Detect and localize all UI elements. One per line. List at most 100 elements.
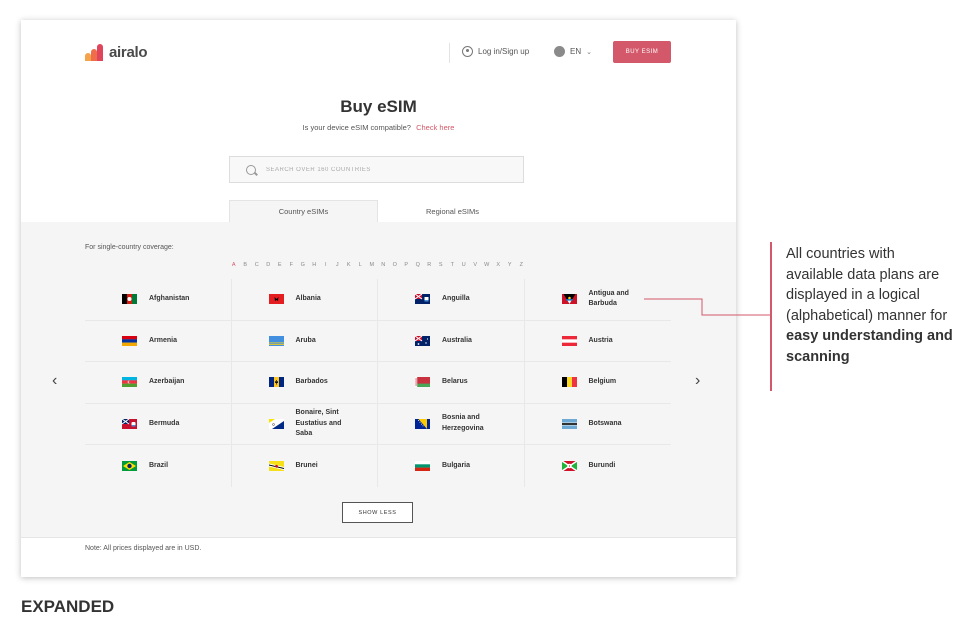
country-name: Australia: [442, 336, 472, 344]
letter-filter-v[interactable]: V: [470, 262, 482, 268]
letter-filter-w[interactable]: W: [481, 262, 493, 268]
country-item-austria[interactable]: Austria: [524, 321, 671, 362]
letter-filter-l[interactable]: L: [355, 262, 367, 268]
albania-flag-icon: [268, 294, 284, 305]
country-item-brazil[interactable]: Brazil: [85, 445, 232, 487]
country-item-albania[interactable]: Albania: [231, 279, 378, 321]
country-name: Barbados: [295, 378, 328, 385]
aruba-flag-icon: [268, 335, 284, 346]
letter-filter-u[interactable]: U: [458, 262, 470, 268]
belarus-flag-icon: [415, 377, 430, 388]
country-item-bermuda[interactable]: Bermuda: [85, 403, 232, 445]
country-name: Antigua and Barbuda: [588, 289, 629, 308]
country-item-brunei[interactable]: Brunei: [232, 445, 378, 487]
letter-filter-f[interactable]: F: [286, 262, 298, 268]
country-item-bonaire-sint-eustatius-and-saba[interactable]: Bonaire, Sint Eustatius and Saba: [231, 403, 378, 445]
search-input[interactable]: [266, 166, 486, 173]
tab-country-esims[interactable]: Country eSIMs: [229, 200, 378, 222]
country-item-bulgaria[interactable]: Bulgaria: [378, 445, 525, 487]
country-item-azerbaijan[interactable]: Azerbaijan: [85, 362, 232, 404]
letter-filter-r[interactable]: R: [424, 262, 436, 268]
country-name: Afghanistan: [149, 295, 190, 302]
country-item-bosnia-and-herzegovina[interactable]: Bosnia and Herzegovina: [378, 403, 525, 445]
letter-filter-q[interactable]: Q: [412, 262, 424, 268]
check-here-link[interactable]: Check here: [416, 123, 454, 132]
burundi-flag-icon: [561, 460, 577, 471]
annotation-bold: easy understanding and scanning: [786, 328, 953, 365]
antigua-flag-icon: [561, 294, 577, 305]
bermuda-flag-icon: [122, 418, 137, 429]
annotation-bar: [770, 242, 772, 391]
show-less-button[interactable]: SHOW LESS: [342, 502, 413, 523]
anguilla-flag-icon: [415, 294, 430, 305]
country-name: Burundi: [588, 461, 616, 469]
bonaire-flag-icon: [268, 418, 284, 429]
brand-name: airalo: [109, 44, 148, 61]
letter-filter-m[interactable]: M: [366, 262, 378, 268]
letter-filter-s[interactable]: S: [435, 262, 447, 268]
user-icon: [462, 46, 473, 57]
country-item-aruba[interactable]: Aruba: [231, 320, 378, 362]
language-selector[interactable]: EN ⌄: [554, 46, 592, 57]
letter-filter-p[interactable]: P: [401, 262, 413, 268]
country-item-australia[interactable]: Australia: [378, 320, 525, 362]
country-item-anguilla[interactable]: Anguilla: [378, 279, 525, 321]
browser-frame: airalo Log in/Sign up EN ⌄ BUY ESIM Buy …: [21, 20, 736, 577]
country-item-belarus[interactable]: Belarus: [378, 362, 525, 404]
country-name: Belgium: [588, 378, 617, 385]
letter-filter-t[interactable]: T: [447, 262, 459, 268]
letter-filter-o[interactable]: O: [389, 262, 401, 268]
country-name: Bonaire, Sint Eustatius and Saba: [295, 409, 342, 437]
country-item-burundi[interactable]: Burundi: [525, 445, 672, 487]
airalo-logo-icon: [85, 44, 105, 61]
airalo-logo[interactable]: airalo: [85, 44, 148, 61]
bulgaria-flag-icon: [415, 460, 430, 471]
language-label: EN: [570, 47, 582, 56]
country-name: Bulgaria: [442, 461, 471, 469]
search-box[interactable]: [229, 156, 524, 183]
annotation-plain: All countries with available data plans …: [786, 246, 948, 324]
letter-filter-y[interactable]: Y: [504, 262, 516, 268]
letter-filter-a[interactable]: A: [228, 262, 240, 268]
azerbaijan-flag-icon: [122, 377, 137, 388]
letter-filter-d[interactable]: D: [263, 262, 275, 268]
letter-filter-e[interactable]: E: [274, 262, 286, 268]
letter-filter-h[interactable]: H: [309, 262, 321, 268]
brunei-flag-icon: [268, 460, 284, 471]
letter-filter-c[interactable]: C: [251, 262, 263, 268]
buy-esim-button[interactable]: BUY ESIM: [613, 41, 671, 63]
letter-filter-j[interactable]: J: [332, 262, 344, 268]
country-name: Bermuda: [149, 419, 180, 427]
chevron-left-icon[interactable]: ‹: [52, 372, 57, 390]
chevron-down-icon: ⌄: [586, 48, 592, 56]
country-name: Brazil: [149, 461, 169, 469]
australia-flag-icon: [415, 335, 430, 346]
letter-filter-k[interactable]: K: [343, 262, 355, 268]
country-item-botswana[interactable]: Botswana: [524, 404, 671, 445]
country-item-antigua-and-barbuda[interactable]: Antigua and Barbuda: [524, 279, 671, 321]
letter-filter-n[interactable]: N: [378, 262, 390, 268]
letter-filter-g[interactable]: G: [297, 262, 309, 268]
country-item-afghanistan[interactable]: Afghanistan: [85, 279, 232, 321]
tab-regional-esims[interactable]: Regional eSIMs: [378, 200, 527, 222]
country-name: Azerbaijan: [149, 378, 185, 385]
letter-filter-z[interactable]: Z: [516, 262, 528, 268]
chevron-right-icon[interactable]: ›: [695, 372, 700, 390]
letter-filter-b[interactable]: B: [240, 262, 252, 268]
letter-filter-x[interactable]: X: [493, 262, 505, 268]
country-name: Botswana: [588, 419, 622, 427]
country-item-barbados[interactable]: Barbados: [231, 362, 378, 404]
alphabet-filter: ABCDEFGHIJKLMNOPQRSTUVWXYZ: [228, 262, 527, 268]
afghanistan-flag-icon: [122, 294, 137, 305]
country-item-armenia[interactable]: Armenia: [85, 320, 232, 362]
compatibility-text: Is your device eSIM compatible? Check he…: [21, 123, 736, 132]
botswana-flag-icon: [561, 418, 577, 429]
price-note: Note: All prices displayed are in USD.: [85, 545, 202, 552]
coverage-label: For single-country coverage:: [85, 244, 174, 251]
austria-flag-icon: [561, 335, 577, 346]
country-item-belgium[interactable]: Belgium: [524, 362, 671, 404]
armenia-flag-icon: [122, 335, 137, 346]
compatibility-question: Is your device eSIM compatible?: [302, 123, 411, 132]
letter-filter-i[interactable]: I: [320, 262, 332, 268]
login-signup-link[interactable]: Log in/Sign up: [462, 46, 529, 57]
